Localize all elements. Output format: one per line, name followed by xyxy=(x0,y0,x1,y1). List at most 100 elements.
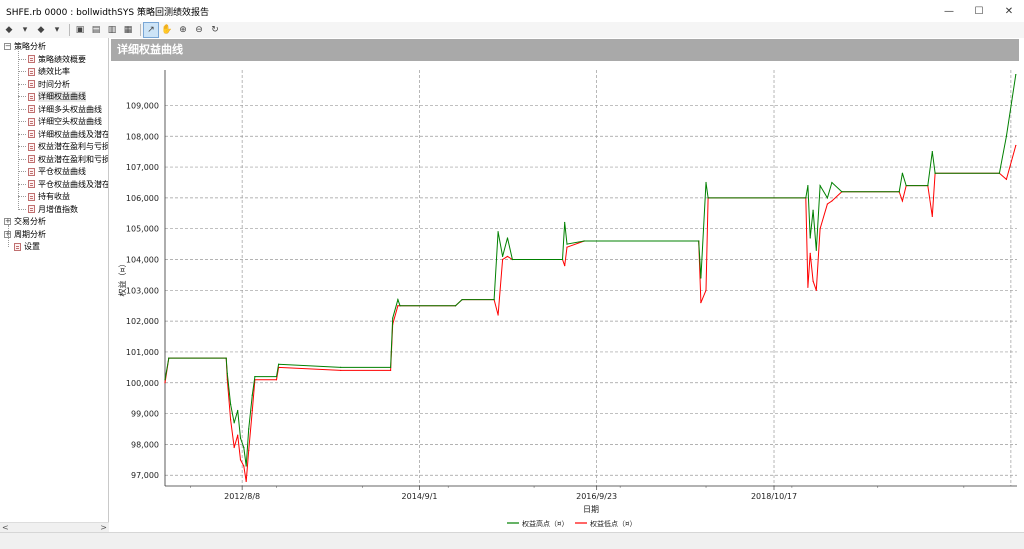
tree-item-label: 详细空头权益曲线 xyxy=(38,117,102,126)
tree-group-2[interactable]: + 周期分析 xyxy=(4,229,46,240)
report-page-icon xyxy=(28,205,35,213)
data-point xyxy=(566,246,568,248)
y-tick-label: 109,000 xyxy=(126,101,159,110)
data-point xyxy=(239,437,242,439)
data-point xyxy=(248,449,250,452)
tree-item[interactable]: 平仓权益曲线及潜在 xyxy=(28,179,108,190)
tree-group-0[interactable]: − 策略分析 xyxy=(4,41,46,52)
data-point xyxy=(230,419,232,421)
save-icon[interactable]: ▣ xyxy=(73,23,87,37)
expand-icon[interactable]: + xyxy=(4,218,11,225)
scroll-right-icon[interactable]: > xyxy=(100,523,107,532)
data-point xyxy=(399,305,401,307)
tree-item[interactable]: 时间分析 xyxy=(28,79,70,90)
tree-item[interactable]: 权益潜在盈利和亏损 xyxy=(28,154,109,165)
data-point xyxy=(705,181,707,184)
tree-item-label: 平仓权益曲线 xyxy=(38,167,86,176)
chart-panel-title: 详细权益曲线 xyxy=(111,39,1019,61)
data-point xyxy=(1015,74,1017,76)
data-point xyxy=(812,209,814,211)
print-preview-icon[interactable]: ▥ xyxy=(105,23,119,37)
tree-item-label: 策略绩效概要 xyxy=(38,54,86,64)
tree-item[interactable]: 详细空头权益曲线 xyxy=(28,116,102,127)
report-icon[interactable]: ▦ xyxy=(121,23,135,37)
report-page-icon xyxy=(28,167,35,176)
data-point xyxy=(392,317,394,319)
back-dropdown-icon[interactable]: ▾ xyxy=(18,23,32,37)
hand-icon[interactable]: ✋ xyxy=(160,23,174,37)
minimize-button[interactable]: — xyxy=(934,0,964,22)
data-point xyxy=(501,255,504,258)
data-point xyxy=(233,422,235,424)
tree-item[interactable]: 权益潜在盈利与亏损 xyxy=(28,141,108,152)
tree-group-1[interactable]: + 交易分析 xyxy=(4,216,46,227)
data-point xyxy=(700,302,702,304)
tree-item[interactable]: 详细权益曲线及潜在 xyxy=(28,129,108,140)
data-point xyxy=(901,200,904,202)
report-page-icon xyxy=(28,67,35,76)
data-point xyxy=(566,243,568,245)
tree-connector-line xyxy=(18,121,26,122)
data-point xyxy=(164,379,166,381)
settings-page-icon xyxy=(14,242,21,251)
data-point xyxy=(233,446,235,449)
y-tick-label: 108,000 xyxy=(126,132,159,141)
collapse-icon[interactable]: − xyxy=(4,43,11,50)
report-page-icon xyxy=(28,180,35,188)
legend-label: 权益低点（¤） xyxy=(590,519,636,528)
y-tick-label: 107,000 xyxy=(126,163,159,172)
export-icon[interactable]: ▤ xyxy=(89,23,103,37)
data-point xyxy=(506,255,509,258)
forward-icon[interactable]: ◆ xyxy=(34,23,48,37)
data-point xyxy=(931,215,933,217)
data-point xyxy=(905,184,907,187)
data-point xyxy=(237,409,239,412)
data-point xyxy=(927,184,929,187)
zoom-in-icon[interactable]: ⊕ xyxy=(176,23,190,37)
cursor-icon[interactable]: ↗ xyxy=(143,22,159,38)
data-point xyxy=(819,184,821,187)
tree-item[interactable]: 绩效比率 xyxy=(28,66,70,77)
refresh-icon[interactable]: ↻ xyxy=(208,23,222,37)
data-point xyxy=(275,376,278,378)
data-point xyxy=(254,376,256,378)
data-point xyxy=(931,151,933,153)
tree-group-label: 交易分析 xyxy=(14,217,46,226)
tree-item[interactable]: 详细多头权益曲线 xyxy=(28,104,102,115)
data-point xyxy=(506,237,509,239)
forward-dropdown-icon[interactable]: ▾ xyxy=(50,23,64,37)
tree-item[interactable]: 详细权益曲线 xyxy=(28,91,86,102)
close-button[interactable]: ✕ xyxy=(994,0,1024,22)
data-point xyxy=(397,298,399,301)
tree-horizontal-scrollbar[interactable]: < > xyxy=(0,522,109,532)
plot-area[interactable] xyxy=(165,70,1017,486)
tree-item-settings[interactable]: 设置 xyxy=(14,241,40,252)
data-point xyxy=(245,465,247,467)
data-point xyxy=(237,434,239,436)
tree-item[interactable]: 月增值指数 xyxy=(28,204,78,215)
data-point xyxy=(807,286,809,288)
tree-item[interactable]: 持有收益 xyxy=(28,191,70,202)
tree-connector-line xyxy=(18,58,26,60)
maximize-button[interactable]: ☐ xyxy=(964,0,994,22)
tree-item[interactable]: 平仓权益曲线 xyxy=(28,166,86,177)
data-point xyxy=(1015,144,1017,147)
data-point xyxy=(1005,178,1008,180)
tree-connector-line xyxy=(18,133,26,135)
equity-chart-area[interactable]: 97,000 98,000 99,000 100,000 101,000 102,000 1… xyxy=(111,62,1019,532)
data-point xyxy=(998,172,1000,174)
data-point xyxy=(815,289,817,291)
back-icon[interactable]: ◆ xyxy=(2,23,16,37)
data-point xyxy=(815,249,817,251)
tree-item[interactable]: 策略绩效概要 xyxy=(28,54,86,65)
equity-chart[interactable]: 97,000 98,000 99,000 100,000 101,000 102,000 1… xyxy=(111,62,1019,532)
toolbar-separator xyxy=(140,24,141,36)
y-tick-label: 100,000 xyxy=(126,379,159,388)
y-tick-label: 101,000 xyxy=(126,348,159,357)
data-point xyxy=(700,277,702,279)
zoom-out-icon[interactable]: ⊖ xyxy=(192,23,206,37)
tree-item-label: 权益潜在盈利和亏损 xyxy=(38,154,109,164)
data-point xyxy=(809,252,811,254)
data-point xyxy=(248,428,250,430)
scroll-left-icon[interactable]: < xyxy=(2,523,9,532)
